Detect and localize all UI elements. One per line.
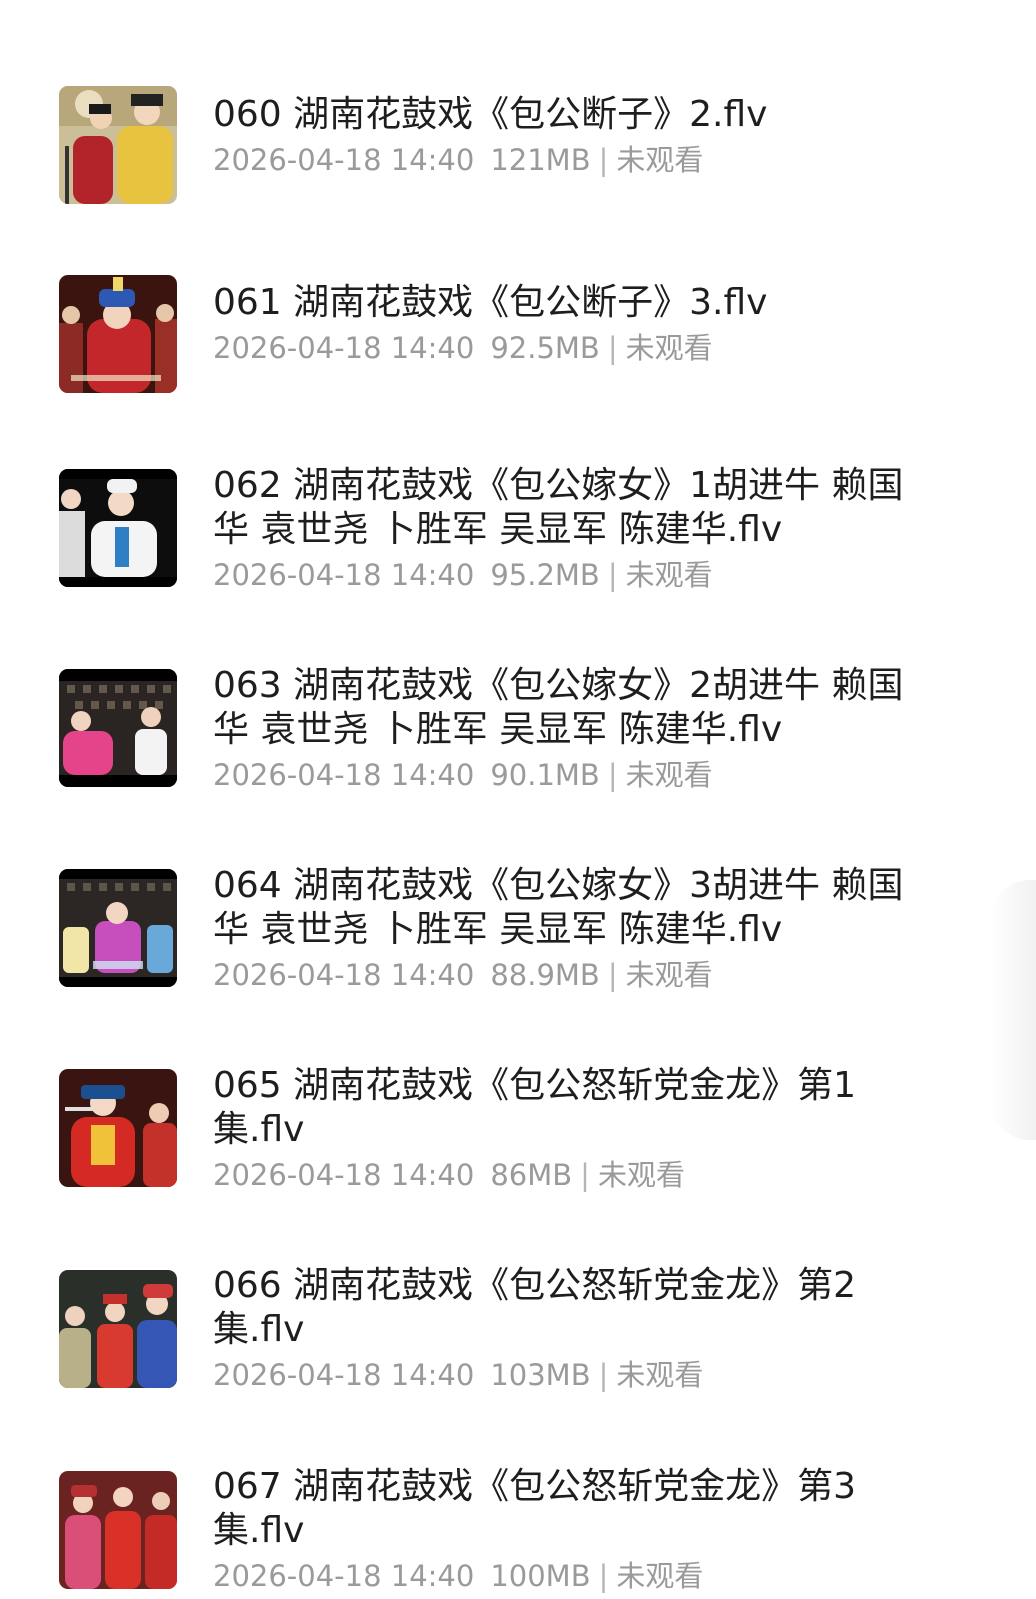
watch-status: 未观看 <box>616 1559 704 1593</box>
video-thumbnail[interactable] <box>59 1471 177 1589</box>
meta-divider: | <box>607 558 618 592</box>
video-thumbnail[interactable] <box>59 86 177 204</box>
video-thumbnail-icon <box>59 1069 177 1187</box>
file-date: 2026-04-18 14:40 <box>213 143 475 177</box>
file-meta: 2026-04-18 14:40 92.5MB | 未观看 <box>213 325 913 371</box>
video-thumbnail[interactable] <box>59 275 177 393</box>
file-date: 2026-04-18 14:40 <box>213 758 475 792</box>
video-thumbnail-icon <box>59 86 177 204</box>
meta-divider: | <box>598 143 609 177</box>
watch-status: 未观看 <box>625 331 713 365</box>
watch-status: 未观看 <box>625 558 713 592</box>
file-meta: 2026-04-18 14:40 103MB | 未观看 <box>213 1352 913 1398</box>
file-size: 88.9MB <box>490 958 600 992</box>
file-meta: 2026-04-18 14:40 100MB | 未观看 <box>213 1553 913 1599</box>
edge-swipe-handle[interactable] <box>990 880 1036 1140</box>
video-thumbnail[interactable] <box>59 1270 177 1388</box>
meta-divider: | <box>598 1358 609 1392</box>
file-list: 060 湖南花鼓戏《包公断子》2.flv 2026-04-18 14:40 121… <box>0 0 1036 1596</box>
file-size: 121MB <box>490 143 591 177</box>
meta-divider: | <box>598 1559 609 1593</box>
file-date: 2026-04-18 14:40 <box>213 1358 475 1392</box>
file-title[interactable]: 065 湖南花鼓戏《包公怒斩党金龙》第1集.flv <box>213 1064 913 1152</box>
meta-divider: | <box>607 758 618 792</box>
file-date: 2026-04-18 14:40 <box>213 958 475 992</box>
video-thumbnail[interactable] <box>59 1069 177 1187</box>
file-title[interactable]: 062 湖南花鼓戏《包公嫁女》1胡进牛 赖国华 袁世尧 卜胜军 吴显军 陈建华.… <box>213 464 913 552</box>
file-title[interactable]: 067 湖南花鼓戏《包公怒斩党金龙》第3集.flv <box>213 1465 913 1553</box>
file-title[interactable]: 063 湖南花鼓戏《包公嫁女》2胡进牛 赖国华 袁世尧 卜胜军 吴显军 陈建华.… <box>213 664 913 752</box>
meta-divider: | <box>580 1158 590 1192</box>
file-size: 95.2MB <box>490 558 600 592</box>
file-size: 92.5MB <box>490 331 600 365</box>
video-thumbnail-icon <box>59 275 177 393</box>
file-title[interactable]: 061 湖南花鼓戏《包公断子》3.flv <box>213 281 913 325</box>
watch-status: 未观看 <box>625 758 713 792</box>
file-title[interactable]: 060 湖南花鼓戏《包公断子》2.flv <box>213 93 913 137</box>
watch-status: 未观看 <box>616 143 704 177</box>
file-size: 103MB <box>490 1358 591 1392</box>
video-thumbnail[interactable] <box>59 669 177 787</box>
file-size: 86MB <box>490 1158 573 1192</box>
video-thumbnail-icon <box>59 1270 177 1388</box>
file-size: 100MB <box>490 1559 591 1593</box>
file-meta: 2026-04-18 14:40 121MB | 未观看 <box>213 137 913 183</box>
file-size: 90.1MB <box>490 758 600 792</box>
file-title[interactable]: 064 湖南花鼓戏《包公嫁女》3胡进牛 赖国华 袁世尧 卜胜军 吴显军 陈建华.… <box>213 864 913 952</box>
file-title[interactable]: 066 湖南花鼓戏《包公怒斩党金龙》第2集.flv <box>213 1264 913 1352</box>
video-thumbnail-icon <box>59 1471 177 1589</box>
meta-divider: | <box>607 331 618 365</box>
file-date: 2026-04-18 14:40 <box>213 1559 475 1593</box>
file-date: 2026-04-18 14:40 <box>213 331 475 365</box>
file-date: 2026-04-18 14:40 <box>213 1158 475 1192</box>
video-thumbnail-icon <box>59 869 177 987</box>
video-thumbnail-icon <box>59 469 177 587</box>
watch-status: 未观看 <box>616 1358 704 1392</box>
file-date: 2026-04-18 14:40 <box>213 558 475 592</box>
watch-status: 未观看 <box>625 958 713 992</box>
meta-divider: | <box>607 958 618 992</box>
file-meta: 2026-04-18 14:40 90.1MB | 未观看 <box>213 752 913 798</box>
video-thumbnail[interactable] <box>59 869 177 987</box>
file-meta: 2026-04-18 14:40 95.2MB | 未观看 <box>213 552 913 598</box>
file-meta: 2026-04-18 14:40 88.9MB | 未观看 <box>213 952 913 998</box>
watch-status: 未观看 <box>597 1158 685 1192</box>
video-thumbnail-icon <box>59 669 177 787</box>
video-thumbnail[interactable] <box>59 469 177 587</box>
file-meta: 2026-04-18 14:40 86MB | 未观看 <box>213 1152 913 1198</box>
